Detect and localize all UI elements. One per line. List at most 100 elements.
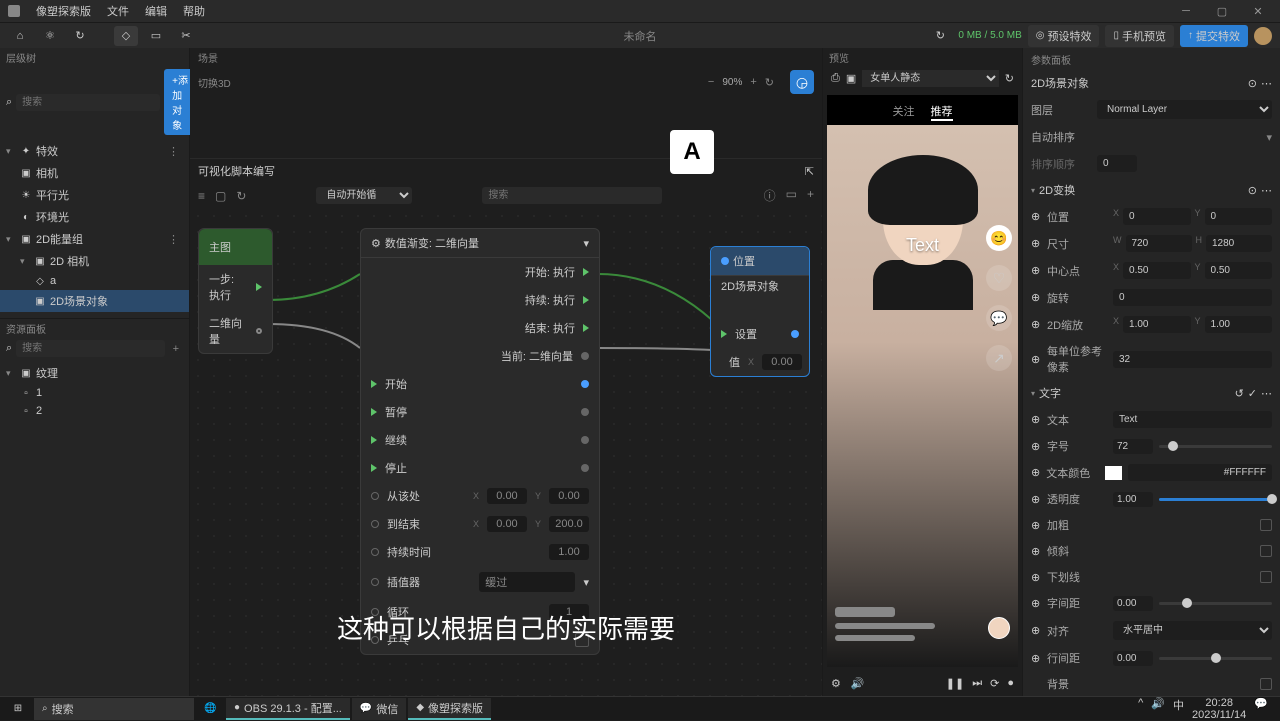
- tree-item[interactable]: ▾✦特效⋮: [0, 140, 189, 162]
- mode-node-icon[interactable]: ◇: [114, 26, 138, 46]
- start-button[interactable]: ⊞: [4, 698, 32, 720]
- underline-checkbox[interactable]: [1260, 571, 1272, 583]
- menu-edit[interactable]: 编辑: [145, 3, 167, 19]
- graph-icon[interactable]: ⚛: [38, 26, 62, 46]
- tree-item[interactable]: ☀平行光: [0, 184, 189, 206]
- share-button[interactable]: ↗: [986, 345, 1012, 371]
- tree-item[interactable]: ◇a: [0, 272, 189, 290]
- sync-icon[interactable]: ↻: [928, 26, 952, 46]
- mode-cut-icon[interactable]: ✂: [174, 26, 198, 46]
- graph-node-tween[interactable]: ⚙数值渐变: 二维向量▾ 开始: 执行 持续: 执行 结束: 执行 当前: 二维…: [360, 228, 600, 655]
- resources-search[interactable]: [16, 340, 164, 357]
- bold-checkbox[interactable]: [1260, 519, 1272, 531]
- zoom-out[interactable]: −: [708, 76, 714, 88]
- tab-follow[interactable]: 关注: [893, 103, 915, 121]
- scale-y[interactable]: [1205, 316, 1272, 333]
- tree-item[interactable]: ▫1: [0, 384, 189, 402]
- user-avatar[interactable]: [1254, 27, 1272, 45]
- autoplay-select[interactable]: 自动开始循: [316, 187, 412, 204]
- panel-icon[interactable]: ▭: [786, 187, 797, 204]
- taskbar-chrome[interactable]: 🌐: [196, 698, 224, 720]
- phone-preview-button[interactable]: ▯ 手机预览: [1105, 25, 1174, 47]
- alpha-slider[interactable]: [1159, 498, 1272, 501]
- alpha-value[interactable]: 1.00: [1113, 492, 1153, 507]
- tree-item[interactable]: ◐环境光: [0, 206, 189, 228]
- more-icon[interactable]: ⋯: [1261, 77, 1272, 90]
- add-node-icon[interactable]: +: [807, 187, 814, 204]
- italic-checkbox[interactable]: [1260, 545, 1272, 557]
- fontsize-value[interactable]: 72: [1113, 439, 1153, 454]
- taskbar-obs[interactable]: ● OBS 29.1.3 - 配置...: [226, 698, 350, 720]
- taskbar-search[interactable]: ⌕ 搜索: [34, 698, 194, 720]
- pivot-y[interactable]: [1205, 262, 1272, 279]
- graph-node-position[interactable]: 位置 2D场景对象 设置 值X0.00: [710, 246, 810, 377]
- close-button[interactable]: ✕: [1244, 2, 1272, 20]
- list-icon[interactable]: ≡: [198, 189, 205, 203]
- submit-button[interactable]: ↑ 提交特效: [1180, 25, 1248, 47]
- lineheight-value[interactable]: 0.00: [1113, 651, 1153, 666]
- section-2d-transform[interactable]: 2D变换: [1039, 182, 1075, 198]
- tree-item[interactable]: ▾▣纹理: [0, 362, 189, 384]
- spacing-value[interactable]: 0.00: [1113, 596, 1153, 611]
- text-node-preview[interactable]: A: [670, 130, 714, 174]
- comment-button[interactable]: 💬: [986, 305, 1012, 331]
- app-tile-icon[interactable]: ◶: [790, 70, 814, 94]
- popout-icon[interactable]: ⇱: [805, 165, 814, 178]
- add-resource-button[interactable]: +: [169, 343, 183, 355]
- like-button[interactable]: ♡: [986, 265, 1012, 291]
- pos-y[interactable]: [1205, 208, 1272, 225]
- refresh-icon[interactable]: ↻: [1005, 72, 1014, 85]
- menu-help[interactable]: 帮助: [183, 3, 205, 19]
- pos-x[interactable]: [1123, 208, 1190, 225]
- zoom-in[interactable]: +: [750, 76, 756, 88]
- record-icon[interactable]: ●: [1007, 677, 1014, 690]
- system-tray[interactable]: ^🔊中 20:282023/11/14 💬: [1130, 697, 1276, 721]
- tree-item[interactable]: ▫2: [0, 402, 189, 420]
- lock-icon[interactable]: ▣: [846, 72, 856, 85]
- tree-item[interactable]: ▣相机: [0, 162, 189, 184]
- size-w[interactable]: [1126, 235, 1192, 252]
- home-icon[interactable]: ⌂: [8, 26, 32, 46]
- fontsize-slider[interactable]: [1159, 445, 1272, 448]
- color-swatch[interactable]: [1105, 466, 1122, 480]
- color-hex[interactable]: [1128, 464, 1272, 481]
- node-graph[interactable]: 主图 一步: 执行 二维向量 ⚙数值渐变: 二维向量▾ 开始: 执行 持续: 执…: [190, 208, 822, 696]
- hierarchy-search[interactable]: [16, 94, 160, 111]
- refresh-icon[interactable]: ↻: [765, 76, 774, 89]
- settings-icon[interactable]: ⚙: [831, 677, 841, 690]
- taskbar-app[interactable]: ◆ 像塑探索版: [408, 698, 491, 720]
- spacing-slider[interactable]: [1159, 602, 1272, 605]
- loop-icon[interactable]: ⟳: [990, 677, 999, 690]
- size-h[interactable]: [1206, 235, 1272, 252]
- tab-recommend[interactable]: 推荐: [931, 103, 953, 121]
- graph-node[interactable]: 主图 一步: 执行 二维向量: [198, 228, 273, 354]
- emoji-button[interactable]: 😊: [986, 225, 1012, 251]
- preset-button[interactable]: ◎ 预设特效: [1028, 25, 1100, 47]
- text-input[interactable]: [1113, 411, 1272, 428]
- pause-button[interactable]: ❚❚: [946, 677, 964, 690]
- ppu-input[interactable]: [1113, 351, 1272, 368]
- minimize-button[interactable]: ─: [1172, 2, 1200, 20]
- align-select[interactable]: 水平居中: [1113, 621, 1272, 640]
- lineheight-slider[interactable]: [1159, 657, 1272, 660]
- graph-search[interactable]: [482, 187, 662, 204]
- layer-select[interactable]: Normal Layer: [1097, 100, 1272, 119]
- rotation-input[interactable]: [1113, 289, 1272, 306]
- tree-item[interactable]: ▾▣2D能量组⋮: [0, 228, 189, 250]
- tree-item-selected[interactable]: ▣2D场景对象: [0, 290, 189, 312]
- menu-file[interactable]: 文件: [107, 3, 129, 19]
- mode-rect-icon[interactable]: ▭: [144, 26, 168, 46]
- box-icon[interactable]: ▢: [215, 189, 226, 203]
- scale-x[interactable]: [1123, 316, 1190, 333]
- taskbar-wechat[interactable]: 💬 微信: [352, 698, 406, 720]
- section-text[interactable]: 文字: [1039, 385, 1061, 401]
- camera-icon[interactable]: ⎙: [831, 72, 840, 85]
- toggle-3d[interactable]: 切换3D: [198, 75, 231, 90]
- volume-icon[interactable]: 🔊: [851, 677, 865, 690]
- refresh-icon[interactable]: ↻: [68, 26, 92, 46]
- maximize-button[interactable]: ▢: [1208, 2, 1236, 20]
- next-button[interactable]: ⏭: [972, 677, 982, 690]
- preview-scene-select[interactable]: 女单人静态: [862, 70, 999, 87]
- tree-item[interactable]: ▾▣2D 相机: [0, 250, 189, 272]
- order-input[interactable]: [1097, 155, 1137, 172]
